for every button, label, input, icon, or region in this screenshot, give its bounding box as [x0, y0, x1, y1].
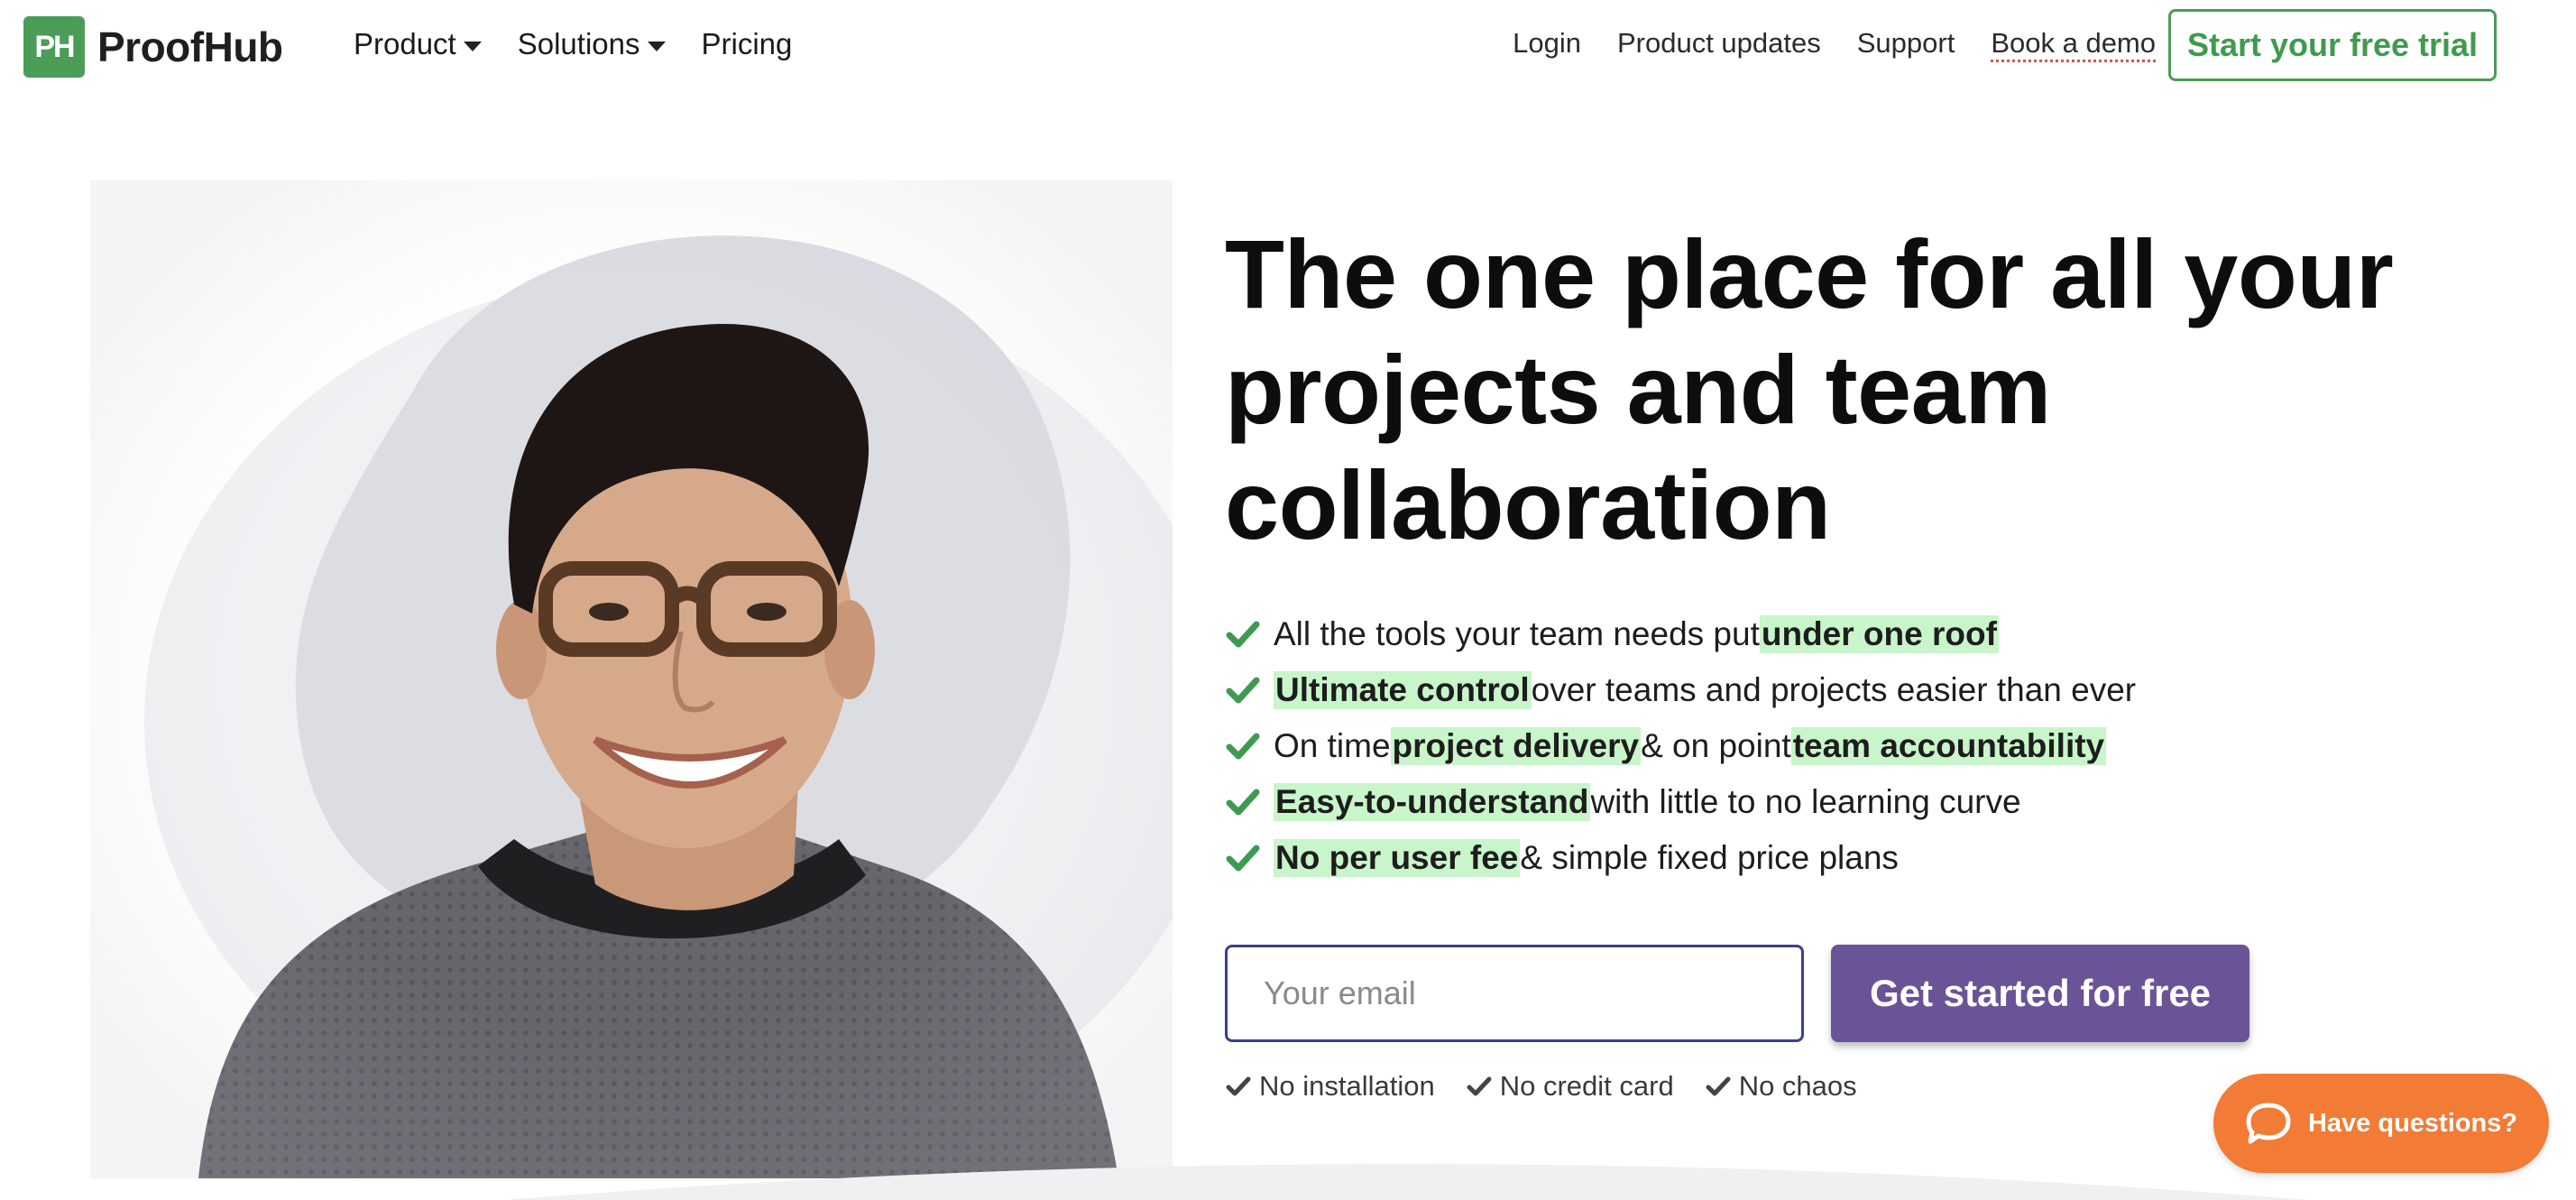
- perk-item: No credit card: [1466, 1070, 1674, 1103]
- nav-solutions[interactable]: Solutions: [518, 27, 666, 61]
- nav-pricing[interactable]: Pricing: [702, 27, 793, 61]
- perk-label: No chaos: [1738, 1070, 1857, 1102]
- check-icon: [1467, 1076, 1492, 1096]
- check-icon: [1226, 733, 1260, 760]
- start-free-trial-button[interactable]: Start your free trial: [2168, 9, 2497, 81]
- signup-perks: No installation No credit card No chaos: [1225, 1070, 1857, 1103]
- support-link[interactable]: Support: [1857, 27, 1955, 60]
- chat-bubble-icon: [2246, 1103, 2291, 1144]
- check-icon: [1226, 789, 1260, 816]
- perk-item: No chaos: [1705, 1070, 1857, 1103]
- perk-label: No credit card: [1499, 1070, 1674, 1102]
- check-icon: [1706, 1076, 1731, 1096]
- perk-label: No installation: [1259, 1070, 1435, 1102]
- primary-menu: Product Solutions Pricing: [354, 27, 792, 61]
- email-field[interactable]: [1225, 945, 1804, 1042]
- logo-mark: PH: [23, 16, 85, 78]
- top-navigation: PH ProofHub Product Solutions Pricing Lo…: [0, 0, 2576, 99]
- benefit-highlight: under one roof: [1759, 615, 1999, 653]
- book-demo-link[interactable]: Book a demo: [1991, 27, 2156, 60]
- benefit-item: On time project delivery & on point team…: [1225, 718, 2136, 774]
- hero-photo: [90, 180, 1173, 1178]
- login-link[interactable]: Login: [1513, 27, 1581, 60]
- benefit-text: & simple fixed price plans: [1520, 839, 1899, 876]
- proofhub-logo[interactable]: PH ProofHub: [23, 16, 283, 78]
- nav-product-label: Product: [354, 27, 456, 60]
- benefit-item: Ultimate control over teams and projects…: [1225, 662, 2136, 718]
- product-updates-link[interactable]: Product updates: [1617, 27, 1821, 60]
- get-started-button[interactable]: Get started for free: [1831, 945, 2249, 1042]
- check-icon: [1226, 621, 1260, 648]
- nav-pricing-label: Pricing: [701, 27, 793, 60]
- benefit-highlight: project delivery: [1390, 727, 1642, 765]
- benefit-highlight: team accountability: [1790, 727, 2107, 765]
- logo-text: ProofHub: [97, 23, 283, 70]
- benefits-list: All the tools your team needs put under …: [1225, 606, 2136, 886]
- section-divider: [505, 1164, 2309, 1200]
- benefit-highlight: No per user fee: [1274, 839, 1521, 877]
- chevron-down-icon: [463, 41, 482, 51]
- check-icon: [1226, 677, 1260, 704]
- benefit-text: On time: [1274, 727, 1391, 764]
- hero-headline: The one place for all your projects and …: [1225, 219, 2394, 559]
- benefit-text: All the tools your team needs put: [1274, 615, 1760, 652]
- benefit-text: over teams and projects easier than ever: [1531, 671, 2137, 708]
- chat-widget-label: Have questions?: [2307, 1108, 2518, 1138]
- perk-item: No installation: [1225, 1070, 1435, 1103]
- chevron-down-icon: [647, 41, 666, 51]
- benefit-item: No per user fee & simple fixed price pla…: [1225, 830, 2136, 886]
- benefit-highlight: Ultimate control: [1274, 671, 1532, 709]
- secondary-menu: Login Product updates Support Book a dem…: [1513, 27, 2156, 60]
- nav-solutions-label: Solutions: [517, 27, 640, 60]
- nav-product[interactable]: Product: [354, 27, 482, 61]
- benefit-text: with little to no learning curve: [1590, 783, 2021, 820]
- benefit-item: Easy-to-understand with little to no lea…: [1225, 774, 2136, 830]
- benefit-text: & on point: [1641, 727, 1791, 764]
- check-icon: [1226, 845, 1260, 872]
- benefit-item: All the tools your team needs put under …: [1225, 606, 2136, 662]
- benefit-highlight: Easy-to-understand: [1274, 783, 1591, 821]
- check-icon: [1226, 1076, 1251, 1096]
